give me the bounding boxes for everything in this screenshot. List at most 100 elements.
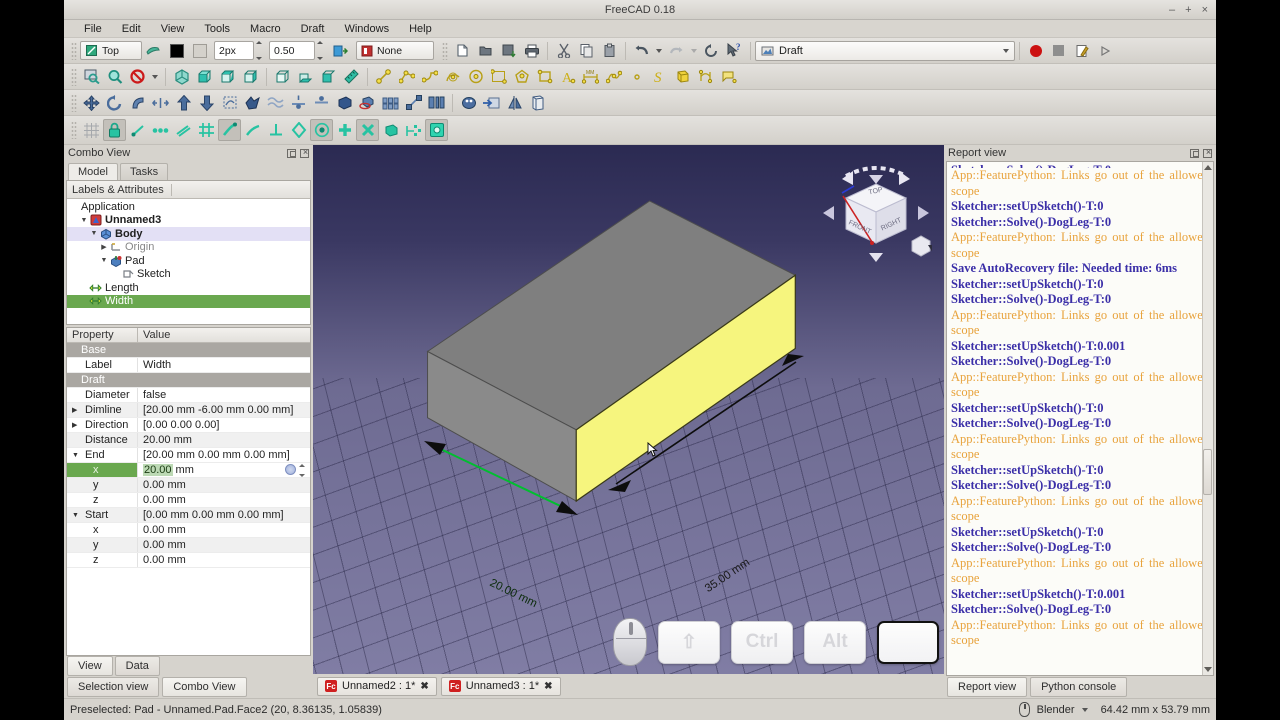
toolbar-grip-snap[interactable] [71,121,77,139]
draft-bezier-button[interactable] [694,66,717,88]
snap-center-button[interactable] [310,119,333,141]
snap-special-button[interactable] [379,119,402,141]
line-width-stepper[interactable] [256,41,265,60]
expander-icon[interactable]: ▶ [72,421,77,429]
draft-move-button[interactable] [80,92,103,114]
draft-polyline-button[interactable] [395,66,418,88]
whats-this-button[interactable]: ? [723,40,746,62]
snap-parallel-button[interactable] [172,119,195,141]
tab-tasks[interactable]: Tasks [119,163,169,180]
property-row-start-y[interactable]: y 0.00 mm [67,538,310,553]
draft-polygon-button[interactable] [510,66,533,88]
navigation-cube[interactable]: TOP FRONT RIGHT [820,163,932,263]
paste-button[interactable] [598,40,621,62]
navigation-style-label[interactable]: Blender [1037,704,1075,716]
draft-wire-to-bspline-button[interactable] [218,92,241,114]
tab-model[interactable]: Model [68,163,118,180]
draft-mirror-button[interactable] [503,92,526,114]
snap-near-button[interactable] [333,119,356,141]
tree-item-length[interactable]: Length [67,281,310,295]
minimize-button[interactable]: – [1169,4,1175,16]
float-dock-icon[interactable] [287,148,296,158]
draft-split-button[interactable] [287,92,310,114]
property-row-start-x[interactable]: x 0.00 mm [67,523,310,538]
chevron-down-icon[interactable] [1081,707,1088,712]
print-button[interactable] [520,40,543,62]
menu-edit[interactable]: Edit [112,22,151,36]
draft-shapestring-button[interactable]: S [648,66,671,88]
report-view-output[interactable]: Sketcher::Solve()-DogLeg-T:0 App::Featur… [946,161,1214,676]
toggle-display-mode-button[interactable] [329,40,352,62]
snap-perpendicular-point-button[interactable] [241,119,264,141]
close-tab-icon[interactable]: ✖ [420,681,428,692]
draft-shape2dview-button[interactable] [310,92,333,114]
snap-ortho-button[interactable] [356,119,379,141]
top-view-button[interactable] [216,66,239,88]
close-button[interactable]: × [1202,4,1208,16]
save-document-button[interactable] [497,40,520,62]
snap-extension-button[interactable] [287,119,310,141]
expander-icon[interactable]: ▼ [72,452,79,459]
draft-rotate-button[interactable] [103,92,126,114]
document-tab-unnamed2[interactable]: Fc Unnamed2 : 1* ✖ [317,676,437,696]
left-view-button[interactable] [317,66,340,88]
scrollbar-thumb[interactable] [1203,449,1212,496]
macro-edit-button[interactable] [1070,40,1093,62]
document-tab-unnamed3[interactable]: Fc Unnamed3 : 1* ✖ [440,676,561,696]
tree-expander-icon[interactable]: ▼ [79,217,89,224]
draft-bspline-button[interactable] [602,66,625,88]
draft-edit-button[interactable] [241,92,264,114]
length-dimension[interactable] [598,350,813,495]
line-width-input[interactable]: 2px [214,41,254,60]
arch-import-button[interactable] [480,92,503,114]
macro-record-button[interactable] [1024,40,1047,62]
draft-drawing-button[interactable] [333,92,356,114]
isometric-view-button[interactable] [170,66,193,88]
tree-item-origin[interactable]: ▶ Origin [67,241,310,255]
redo-dropdown[interactable] [688,40,700,62]
tab-report-view[interactable]: Report view [947,677,1028,697]
end-x-input-value[interactable]: 20.00 [143,464,173,476]
workbench-selector[interactable]: Draft [755,40,1015,61]
draft-dimension-button[interactable]: MM [579,66,602,88]
draft-path-array-button[interactable] [379,92,402,114]
toolbar-grip-view[interactable] [71,67,77,86]
close-dock-icon[interactable] [300,147,310,158]
property-row-start-z[interactable]: z 0.00 mm [67,553,310,568]
tree-item-pad[interactable]: ▼ Pad [67,254,310,268]
draft-fillet-button[interactable] [418,66,441,88]
draw-style-dropdown[interactable] [149,66,161,88]
scroll-down-arrow-icon[interactable] [1204,667,1212,672]
tree-item-width[interactable]: Width [67,294,310,308]
property-row-end[interactable]: ▼ End [20.00 mm 0.00 mm 0.00 mm] [67,448,310,463]
expander-icon[interactable]: ▶ [72,406,77,414]
copy-button[interactable] [575,40,598,62]
cut-button[interactable] [552,40,575,62]
property-row-end-x[interactable]: x 20.00 mm [67,463,310,478]
draft-facebinder-button[interactable] [671,66,694,88]
snap-intersection-button[interactable] [218,119,241,141]
draft-array-button[interactable] [356,92,379,114]
draft-upgrade-button[interactable] [172,92,195,114]
snap-endpoint-button[interactable] [126,119,149,141]
expression-editor-icon[interactable] [285,464,296,475]
new-document-button[interactable] [451,40,474,62]
tab-python-console[interactable]: Python console [1030,677,1128,697]
redo-button[interactable] [665,40,688,62]
property-row-end-z[interactable]: z 0.00 mm [67,493,310,508]
arch-wall-button[interactable] [457,92,480,114]
3d-viewport[interactable]: 20.00 mm 35.00 mm TOP FRONT RIGHT ⇧ Ctrl… [313,145,944,674]
snap-lock-button[interactable] [103,119,126,141]
menu-help[interactable]: Help [399,22,442,36]
draft-downgrade-button[interactable] [195,92,218,114]
snap-working-plane-button[interactable] [425,119,448,141]
draft-clone-button[interactable] [425,92,448,114]
scroll-up-arrow-icon[interactable] [1204,165,1212,170]
menu-macro[interactable]: Macro [240,22,291,36]
draft-point-array-button[interactable] [402,92,425,114]
right-view-button[interactable] [239,66,262,88]
close-dock-icon[interactable] [1203,147,1213,158]
tree-item-unnamed3[interactable]: ▼ Unnamed3 [67,214,310,228]
maximize-button[interactable]: + [1185,4,1191,16]
expander-icon[interactable]: ▼ [72,512,79,519]
